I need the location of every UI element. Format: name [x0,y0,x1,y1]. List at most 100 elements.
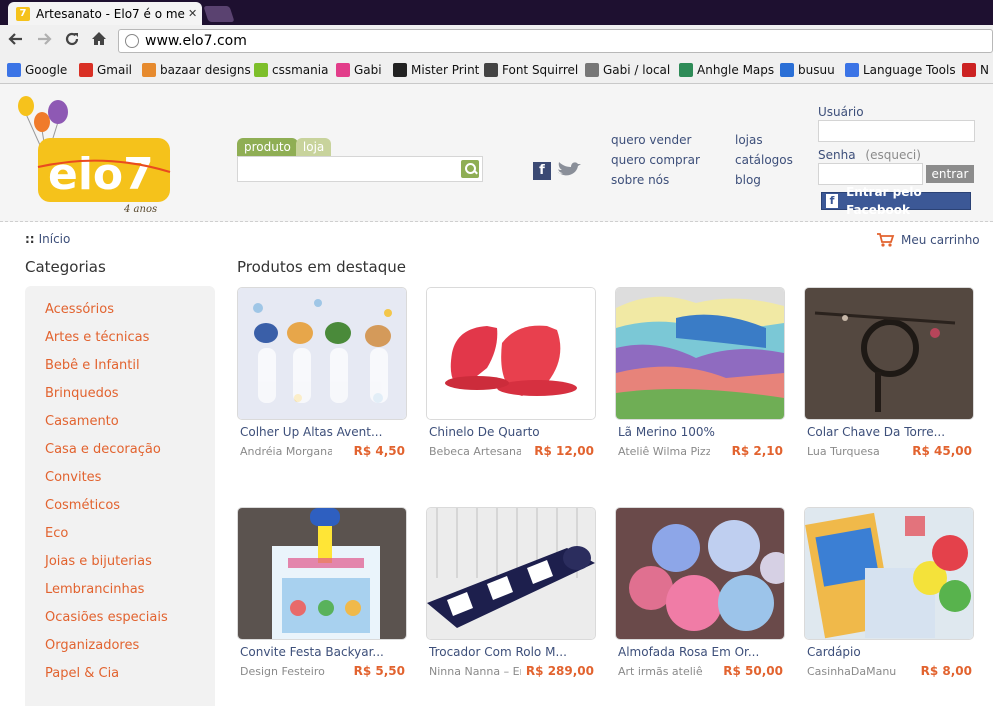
reload-icon[interactable] [64,31,80,53]
link-blog[interactable]: blog [735,170,793,190]
product-image[interactable] [804,287,974,420]
product-name-link[interactable]: Almofada Rosa Em Or... [618,645,759,659]
tab-loja[interactable]: loja [295,138,332,156]
breadcrumb-prefix: :: [25,232,35,246]
address-bar[interactable]: www.elo7.com [118,29,993,53]
product-image[interactable] [237,507,407,640]
forward-arrow-icon[interactable] [36,31,52,53]
product-image[interactable] [426,507,596,640]
password-field[interactable] [818,163,923,185]
category-link[interactable]: Organizadores [45,638,139,653]
bookmark-2[interactable]: bazaar designs [142,63,251,77]
product-price: R$ 2,10 [731,444,783,458]
category-link[interactable]: Lembrancinhas [45,582,144,597]
breadcrumb-home-link[interactable]: Início [39,232,71,246]
product-shop-link[interactable]: Bebeca Artesanato [429,445,521,458]
back-arrow-icon[interactable] [8,31,24,53]
forgot-password-link[interactable]: (esqueci) [865,148,921,162]
product-name-link[interactable]: Colher Up Altas Avent... [240,425,382,439]
bookmark-5[interactable]: Mister Print [393,63,479,77]
product-image[interactable] [237,287,407,420]
bookmark-9[interactable]: busuu [780,63,835,77]
category-link[interactable]: Casa e decoração [45,442,161,457]
product-name-link[interactable]: Trocador Com Rolo M... [429,645,567,659]
category-link[interactable]: Acessórios [45,302,114,317]
bookmark-label: cssmania [272,63,329,77]
browser-tab[interactable]: 7 Artesanato - Elo7 é o melhor ✕ [8,2,202,25]
user-label: Usuário [818,105,864,119]
bookmarks-bar: Google Gmail bazaar designs cssmania Gabi Mis… [0,59,993,84]
bookmark-label: Mister Print [411,63,480,77]
bookmark-4[interactable]: Gabi [336,63,382,77]
product-image[interactable] [615,287,785,420]
category-link[interactable]: Casamento [45,414,119,429]
product-name-link[interactable]: Chinelo De Quarto [429,425,540,439]
bookmark-3[interactable]: cssmania [254,63,328,77]
search-icon[interactable] [461,160,479,178]
product-shop-link[interactable]: Andréia Morganas [240,445,332,458]
category-link[interactable]: Artes e técnicas [45,330,149,345]
bookmark-0[interactable]: Google [7,63,67,77]
category-link[interactable]: Joias e bijuterias [45,554,152,569]
category-link[interactable]: Convites [45,470,101,485]
category-link[interactable]: Cosméticos [45,498,120,513]
product-price: R$ 5,50 [353,664,405,678]
bookmark-1[interactable]: Gmail [79,63,132,77]
category-link[interactable]: Bebê e Infantil [45,358,140,373]
product-shop-link[interactable]: Ateliê Wilma Pizzo [618,445,710,458]
bookmark-11[interactable]: N [962,63,989,77]
product-image[interactable] [426,287,596,420]
category-link[interactable]: Eco [45,526,68,541]
bookmark-label: busuu [798,63,835,77]
bookmark-8[interactable]: Anhgle Maps [679,63,774,77]
tab-produto[interactable]: produto [237,138,298,156]
product-card[interactable]: Cardápio CasinhaDaManu R$ 8,00 [804,507,974,687]
product-price: R$ 4,50 [353,444,405,458]
home-icon[interactable] [91,31,107,53]
link-catalogos[interactable]: catálogos [735,150,793,170]
product-image[interactable] [615,507,785,640]
product-card[interactable]: Colher Up Altas Avent... Andréia Morganas… [237,287,407,467]
product-name-link[interactable]: Convite Festa Backyar... [240,645,384,659]
page-content: elo7 4 anos produto loja f quero vender … [0,84,993,706]
product-card[interactable]: Colar Chave Da Torre... Lua Turquesa R$ 45… [804,287,974,467]
category-link[interactable]: Ocasiões especiais [45,610,168,625]
product-shop-link[interactable]: Ninna Nanna – Enxoval [429,665,521,678]
cart-link[interactable]: Meu carrinho [876,232,980,248]
bookmark-icon [962,63,976,77]
product-shop-link[interactable]: Art irmãs ateliê [618,665,710,678]
username-field[interactable] [818,120,975,142]
bookmark-7[interactable]: Gabi / local [585,63,670,77]
product-name-link[interactable]: Lã Merino 100% [618,425,715,439]
product-card[interactable]: Almofada Rosa Em Or... Art irmãs ateliê R$… [615,507,785,687]
product-image[interactable] [804,507,974,640]
product-shop-link[interactable]: Design Festeiro [240,665,332,678]
product-card[interactable]: Trocador Com Rolo M... Ninna Nanna – Enxo… [426,507,596,687]
busuu-icon [780,63,794,77]
new-tab-button[interactable] [203,6,235,22]
bookmark-6[interactable]: Font Squirrel [484,63,578,77]
product-shop-link[interactable]: Lua Turquesa [807,445,899,458]
twitter-bird-icon[interactable] [556,160,582,180]
product-name-link[interactable]: Colar Chave Da Torre... [807,425,945,439]
product-shop-link[interactable]: CasinhaDaManu [807,665,899,678]
product-card[interactable]: Lã Merino 100% Ateliê Wilma Pizzo R$ 2,10 [615,287,785,467]
category-link[interactable]: Papel & Cia [45,666,119,681]
login-button[interactable]: entrar [926,165,974,183]
bookmark-10[interactable]: Language Tools [845,63,956,77]
search-input[interactable] [237,156,483,182]
browser-tabstrip: 7 Artesanato - Elo7 é o melhor ✕ [0,0,993,25]
product-card[interactable]: Chinelo De Quarto Bebeca Artesanato R$ 12,… [426,287,596,467]
product-card[interactable]: Convite Festa Backyar... Design Festeiro R… [237,507,407,687]
close-tab-icon[interactable]: ✕ [188,7,197,20]
link-sobre-nos[interactable]: sobre nós [611,170,700,190]
page-info-icon[interactable] [125,34,139,48]
elo7-logo[interactable]: elo7 4 anos [14,92,184,217]
category-link[interactable]: Brinquedos [45,386,119,401]
link-lojas[interactable]: lojas [735,130,793,150]
facebook-icon[interactable]: f [533,162,551,180]
link-quero-vender[interactable]: quero vender [611,130,700,150]
link-quero-comprar[interactable]: quero comprar [611,150,700,170]
facebook-login-button[interactable]: f Entrar pelo Facebook [821,185,971,217]
product-name-link[interactable]: Cardápio [807,645,861,659]
